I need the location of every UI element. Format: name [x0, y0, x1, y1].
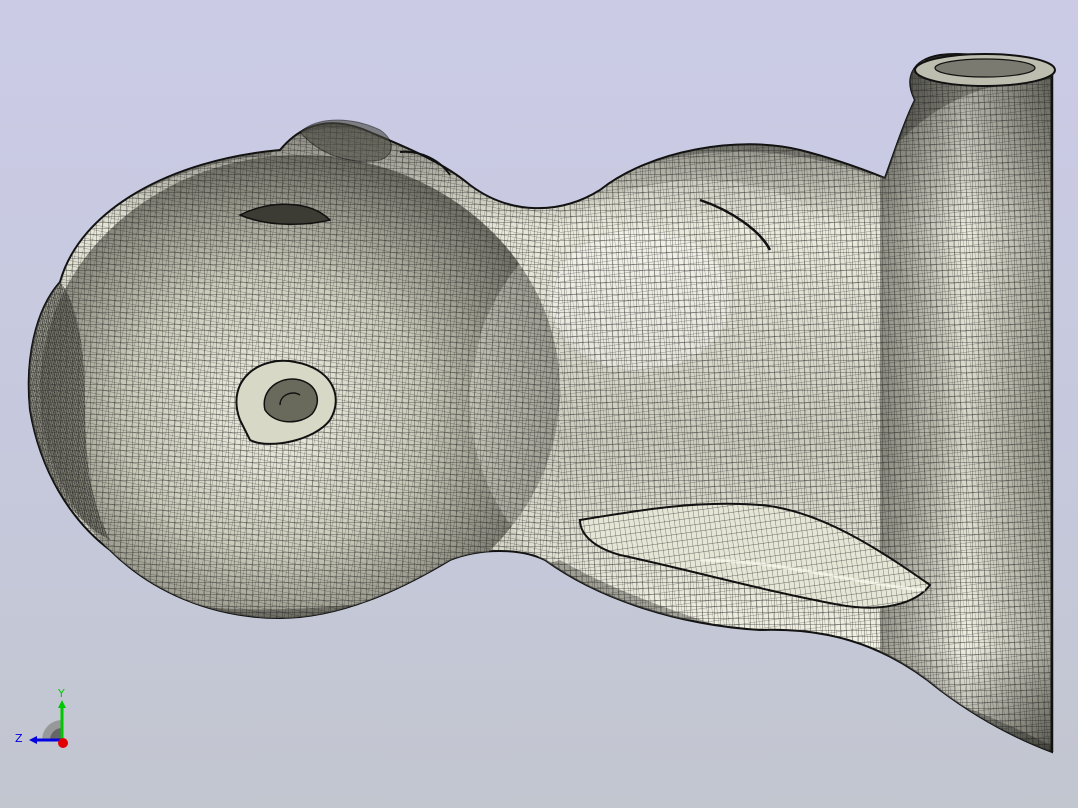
axis-label-y: Y — [58, 687, 65, 700]
axis-triad: Y Z — [10, 684, 80, 754]
axis-label-z: Z — [15, 732, 23, 745]
mesh-model[interactable] — [0, 0, 1078, 808]
3d-viewport[interactable]: Y Z — [0, 0, 1078, 808]
